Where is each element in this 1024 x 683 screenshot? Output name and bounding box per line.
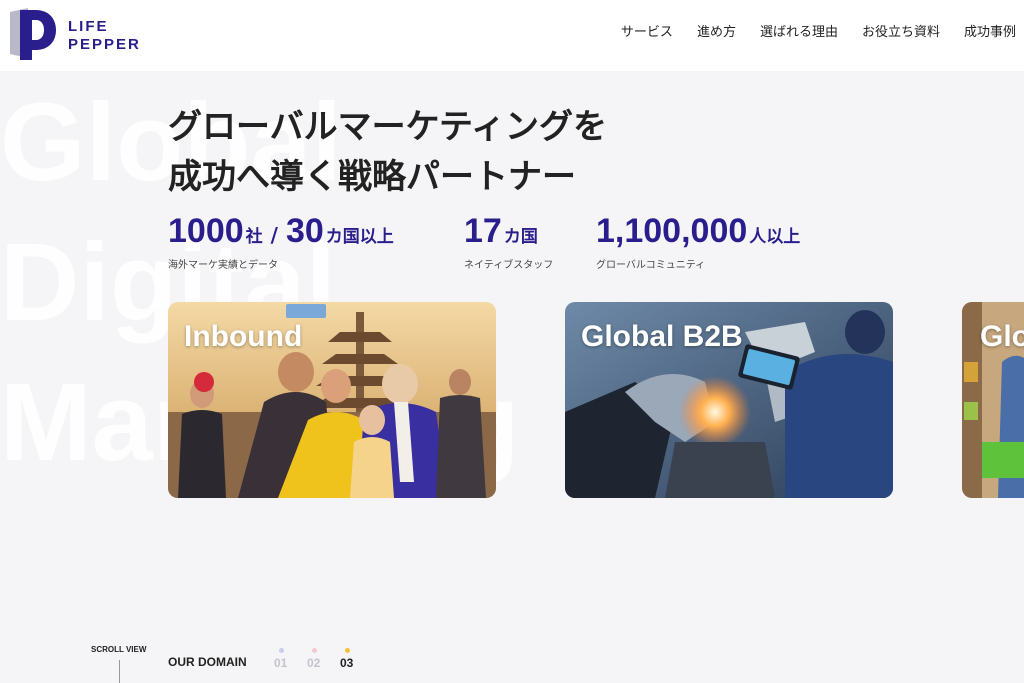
- nav-item-process[interactable]: 進め方: [697, 24, 736, 42]
- card-global-partial-title: Glo: [980, 320, 1024, 353]
- scroll-indicator-line: [119, 660, 120, 683]
- page-03-button[interactable]: 03: [340, 656, 353, 670]
- logo-line2: PEPPER: [68, 36, 141, 53]
- stat-clients-number: 1000: [168, 212, 244, 250]
- stat-community-unit: 人以上: [749, 227, 801, 247]
- stat-countries-unit: カ国以上: [325, 227, 394, 247]
- page-dot-02: [312, 648, 317, 653]
- stat-clients: 1000 社 / 30 カ国以上 海外マーケ実績とデータ: [168, 212, 394, 271]
- page-dot-03: [345, 648, 350, 653]
- nav-item-resources[interactable]: お役立ち資料: [862, 24, 940, 42]
- stat-community-caption: グローバルコミュニティ: [596, 260, 706, 271]
- main-nav: サービス 進め方 選ばれる理由 お役立ち資料 成功事例: [597, 24, 1016, 42]
- nav-item-case-studies[interactable]: 成功事例: [964, 24, 1016, 42]
- card-inbound[interactable]: Inbound: [168, 302, 496, 498]
- logo[interactable]: LIFE PEPPER: [10, 8, 160, 60]
- nav-item-reasons[interactable]: 選ばれる理由: [760, 24, 838, 42]
- card-inbound-title: Inbound: [184, 320, 303, 353]
- stat-countries-number: 30: [285, 212, 324, 250]
- card-global-b2b-title: Global B2B: [581, 320, 743, 353]
- headline-line2: 成功へ導く戦略パートナー: [168, 157, 576, 197]
- stat-clients-caption: 海外マーケ実績とデータ: [168, 260, 278, 271]
- nav-item-services[interactable]: サービス: [621, 24, 673, 42]
- hero-headline: グローバルマーケティングを 成功へ導く戦略パートナー: [168, 102, 607, 202]
- stat-clients-unit: 社: [245, 227, 263, 247]
- stat-community: 1,100,000 人以上 グローバルコミュニティ: [596, 212, 800, 271]
- card-global-partial[interactable]: Glo: [962, 302, 1024, 498]
- headline-line1: グローバルマーケティングを: [168, 107, 607, 147]
- page-01-button[interactable]: 01: [274, 656, 287, 670]
- stat-native-number: 17: [464, 212, 502, 250]
- logo-text: LIFE PEPPER: [68, 18, 141, 54]
- stat-native-caption: ネイティブスタッフ: [464, 260, 554, 271]
- stat-native-unit: カ国: [503, 227, 538, 247]
- page-02-button[interactable]: 02: [307, 656, 320, 670]
- page-dot-01: [279, 648, 284, 653]
- stat-separator: /: [270, 223, 278, 247]
- our-domain-label: OUR DOMAIN: [168, 655, 247, 669]
- site-header: LIFE PEPPER サービス 進め方 選ばれる理由 お役立ち資料 成功事例: [0, 0, 1024, 71]
- logo-mark-icon: [10, 8, 56, 60]
- card-global-b2b[interactable]: Global B2B: [565, 302, 893, 498]
- scroll-view-label: SCROLL VIEW: [91, 645, 147, 654]
- logo-line1: LIFE: [68, 18, 109, 35]
- stat-community-number: 1,100,000: [596, 212, 748, 250]
- stat-native-staff: 17 カ国 ネイティブスタッフ: [464, 212, 553, 271]
